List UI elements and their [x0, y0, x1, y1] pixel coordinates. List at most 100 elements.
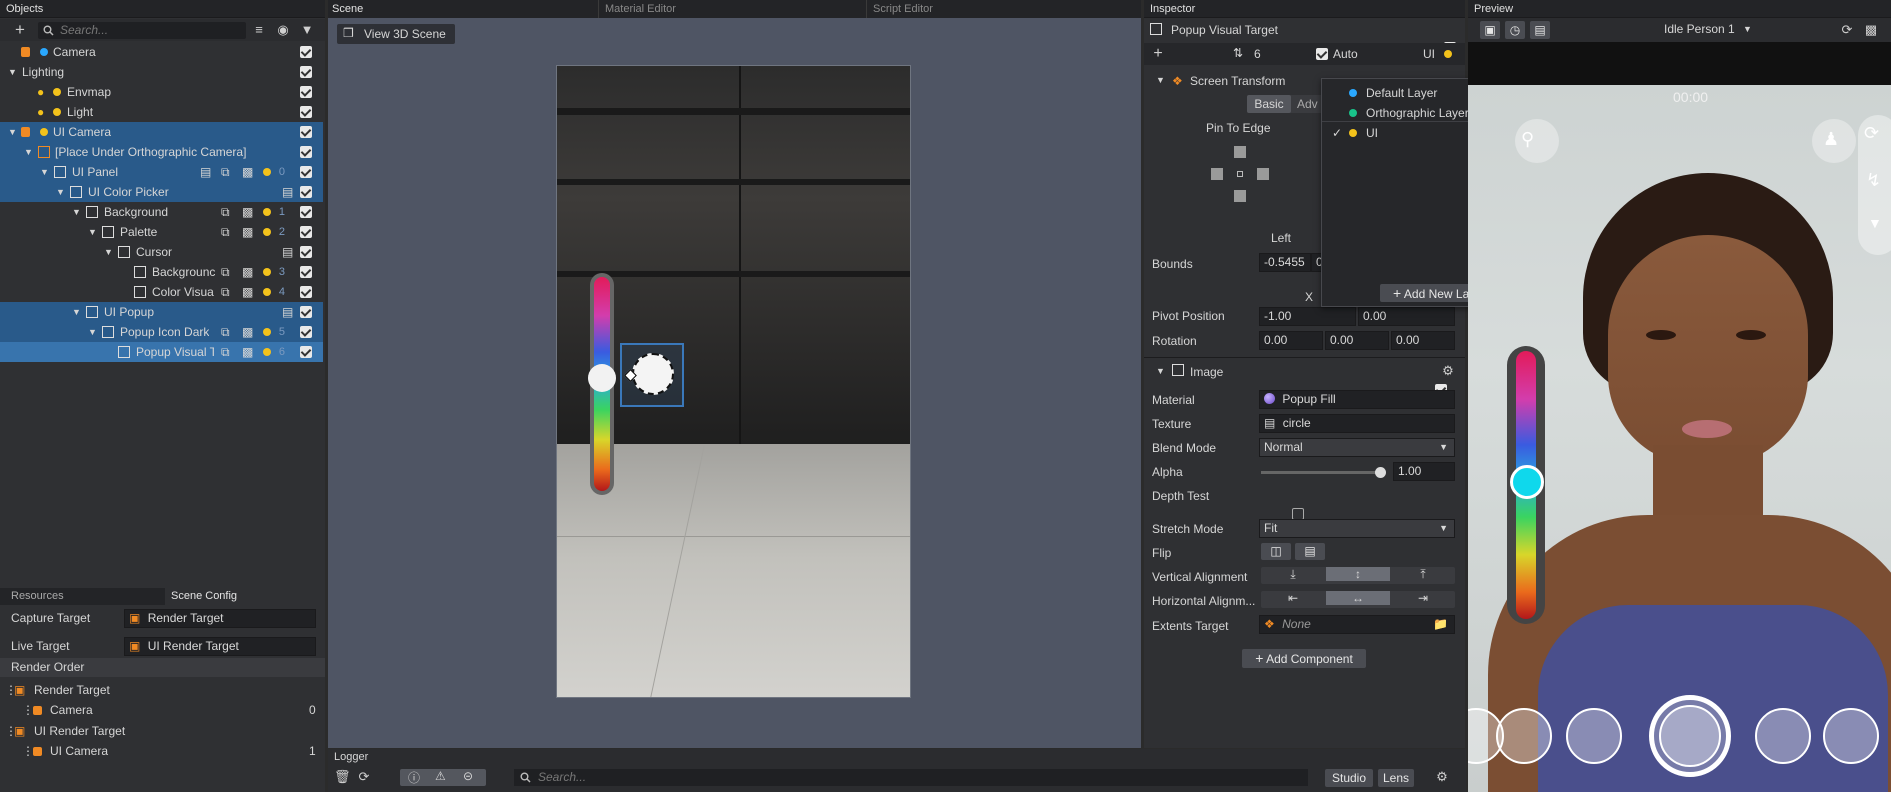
align-bottom-icon[interactable]: ⤓: [1261, 567, 1325, 582]
objects-search-field[interactable]: Search...: [38, 22, 246, 39]
gear-icon[interactable]: ⚙: [1440, 363, 1456, 379]
tab-script-editor[interactable]: Script Editor: [866, 0, 1141, 18]
chevron-down-icon[interactable]: ▼: [1156, 75, 1165, 85]
studio-button[interactable]: Studio: [1325, 769, 1373, 787]
tab-material-editor[interactable]: Material Editor: [598, 0, 865, 18]
live-target-field[interactable]: ▣ UI Render Target: [124, 637, 316, 656]
capture-button[interactable]: [1649, 695, 1731, 777]
tree-row-popup-icon-dark[interactable]: ▼ Popup Icon Dark ⧉ ▩ 5: [0, 322, 323, 342]
chevron-down-icon[interactable]: ▼: [56, 182, 65, 202]
tree-row-lighting[interactable]: ▼ Lighting: [0, 62, 323, 82]
visibility-checkbox[interactable]: [300, 126, 312, 138]
lens-carousel-item[interactable]: [1823, 708, 1879, 764]
add-component-button[interactable]: + Add Component: [1242, 649, 1366, 668]
stretch-mode-select[interactable]: Fit ▼: [1259, 519, 1455, 538]
tab-basic[interactable]: Basic: [1247, 95, 1291, 113]
device-icon[interactable]: ▣: [1480, 21, 1500, 39]
chevron-down-icon[interactable]: ▼: [88, 222, 97, 242]
eye-icon[interactable]: ◉: [275, 22, 291, 38]
timer-icon[interactable]: ◷: [1505, 21, 1525, 39]
add-friend-button[interactable]: ♟: [1812, 119, 1856, 163]
logger-search-field[interactable]: Search...: [514, 769, 1308, 786]
pin-center[interactable]: [1237, 171, 1243, 177]
preview-person-select[interactable]: Idle Person 1: [1664, 22, 1735, 36]
trash-icon[interactable]: 🗑: [334, 769, 351, 785]
gear-icon[interactable]: ⚙: [1434, 769, 1450, 785]
lens-button[interactable]: Lens: [1378, 769, 1414, 787]
tree-row-popup-visual-target[interactable]: Popup Visual T ⧉ ▩ 6: [0, 342, 323, 362]
error-icon[interactable]: ⊝: [463, 769, 473, 783]
rotation-y-field[interactable]: 0.00: [1325, 331, 1389, 350]
chevron-down-icon[interactable]: ▼: [8, 122, 17, 142]
info-icon[interactable]: ⓘ: [408, 769, 420, 786]
tree-row-ui-panel[interactable]: ▼ UI Panel ▤ ⧉ ▩ 0: [0, 162, 323, 182]
bounds-left-field[interactable]: -0.5455: [1259, 253, 1311, 272]
alpha-slider-handle[interactable]: [1375, 467, 1386, 478]
visibility-checkbox[interactable]: [300, 166, 312, 178]
chevron-down-icon[interactable]: ▼: [72, 302, 81, 322]
lens-carousel-item[interactable]: [1566, 708, 1622, 764]
chevron-down-icon[interactable]: ▼: [88, 322, 97, 342]
tree-row-cursor[interactable]: ▼ Cursor ▤: [0, 242, 323, 262]
popup-visual-target-selection[interactable]: [620, 343, 684, 407]
visibility-checkbox[interactable]: [300, 206, 312, 218]
lens-carousel-item[interactable]: [1496, 708, 1552, 764]
tree-row-envmap[interactable]: ● Envmap: [0, 82, 323, 102]
chevron-down-icon[interactable]: ▼: [1868, 215, 1882, 231]
add-icon[interactable]: +: [1150, 46, 1166, 62]
render-order-target-row[interactable]: ⋮ ▣ Render Target: [0, 680, 325, 700]
clear-on-reset-icon[interactable]: ⟳: [356, 769, 372, 785]
tree-row-ui-camera[interactable]: ▼ UI Camera: [0, 122, 323, 142]
render-order-camera-row[interactable]: ⋮ Camera 0: [0, 700, 325, 720]
object-name[interactable]: Popup Visual Target: [1171, 23, 1278, 37]
render-order-target-row[interactable]: ⋮ ▣ UI Render Target: [0, 721, 325, 741]
pin-right[interactable]: [1257, 168, 1269, 180]
pin-bottom[interactable]: [1234, 190, 1246, 202]
lens-carousel-item[interactable]: [1755, 708, 1811, 764]
view-3d-scene-button[interactable]: ❒ View 3D Scene: [337, 24, 455, 44]
chevron-down-icon[interactable]: ▼: [24, 142, 33, 162]
flip-horizontal-button[interactable]: ◫: [1261, 543, 1291, 560]
align-right-icon[interactable]: ⇥: [1391, 591, 1455, 605]
chevron-down-icon[interactable]: ▼: [1156, 366, 1165, 376]
scene-viewport[interactable]: [556, 65, 911, 698]
add-icon[interactable]: +: [12, 21, 28, 38]
refresh-icon[interactable]: ⟳: [1839, 22, 1855, 38]
auto-checkbox[interactable]: [1316, 48, 1328, 60]
chevron-down-icon[interactable]: ▼: [40, 162, 49, 182]
visibility-checkbox[interactable]: [300, 266, 312, 278]
alpha-field[interactable]: 1.00: [1393, 462, 1455, 481]
tree-row-camera[interactable]: Camera: [0, 42, 323, 62]
extents-target-field[interactable]: ❖ None 📁: [1259, 615, 1455, 634]
tab-resources[interactable]: Resources: [11, 590, 64, 602]
tree-row-ui-color-picker[interactable]: ▼ UI Color Picker ▤: [0, 182, 323, 202]
visibility-checkbox[interactable]: [300, 86, 312, 98]
visibility-checkbox[interactable]: [300, 306, 312, 318]
preview-slider-handle[interactable]: [1510, 465, 1544, 499]
pin-to-edge-widget[interactable]: [1207, 139, 1273, 209]
tab-advanced[interactable]: Adv: [1297, 95, 1318, 113]
capture-icon[interactable]: ▤: [1530, 21, 1550, 39]
alpha-slider[interactable]: [1261, 467, 1386, 478]
filter-icon[interactable]: ▼: [299, 22, 315, 38]
material-field[interactable]: Popup Fill: [1259, 390, 1455, 409]
layer-dot[interactable]: [1444, 50, 1452, 58]
flip-camera-icon[interactable]: ⟳: [1864, 123, 1879, 144]
tree-row-light[interactable]: ● Light: [0, 102, 323, 122]
chevron-down-icon[interactable]: ▼: [1743, 24, 1752, 34]
visibility-checkbox[interactable]: [300, 146, 312, 158]
visibility-checkbox[interactable]: [300, 186, 312, 198]
flip-vertical-button[interactable]: ▤: [1295, 543, 1325, 560]
tree-row-ui-popup[interactable]: ▼ UI Popup ▤: [0, 302, 323, 322]
visibility-checkbox[interactable]: [300, 106, 312, 118]
chevron-down-icon[interactable]: ▼: [104, 242, 113, 262]
texture-field[interactable]: ▤ circle: [1259, 414, 1455, 433]
align-left-icon[interactable]: ⇤: [1261, 591, 1325, 605]
warning-icon[interactable]: ⚠: [435, 769, 446, 783]
preview-search-button[interactable]: ⚲: [1515, 119, 1559, 163]
tree-row-color-visual[interactable]: Color Visua ⧉ ▩ 4: [0, 282, 323, 302]
scene-slider-handle[interactable]: [588, 364, 616, 392]
render-order-camera-row[interactable]: ⋮ UI Camera 1: [0, 741, 325, 761]
visibility-checkbox[interactable]: [300, 246, 312, 258]
tree-row-background[interactable]: ▼ Background ⧉ ▩ 1: [0, 202, 323, 222]
